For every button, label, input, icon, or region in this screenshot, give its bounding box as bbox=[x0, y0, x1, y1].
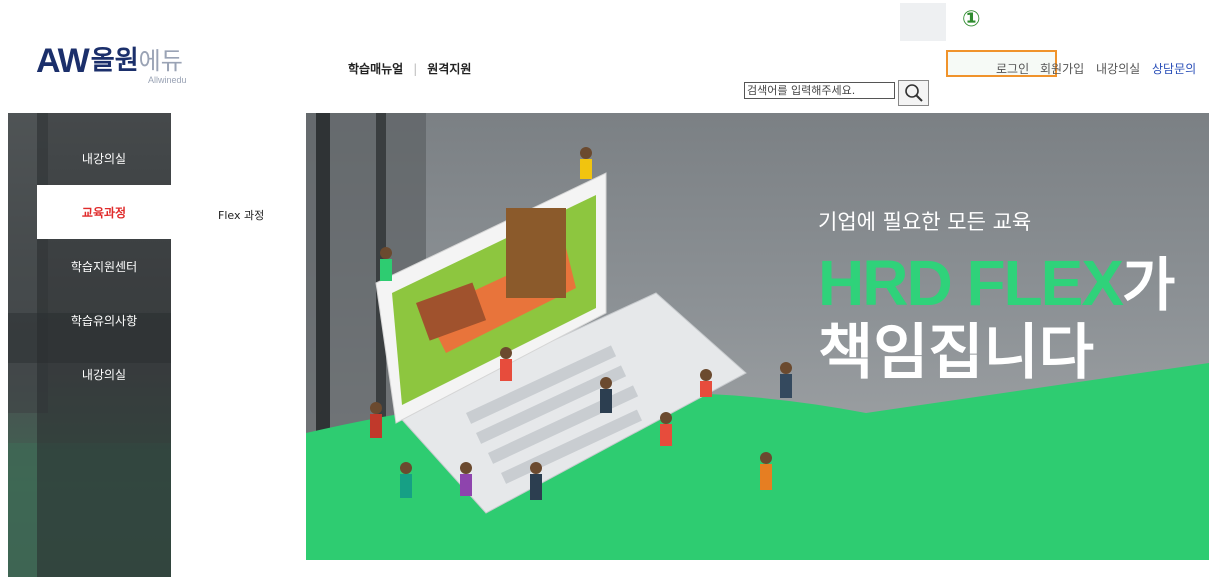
nav-separator: | bbox=[413, 61, 418, 76]
banner-title-suffix: 가 bbox=[1122, 251, 1176, 319]
sidebar-item-courses[interactable]: 교육과정 bbox=[37, 185, 171, 239]
site-logo[interactable]: AW 올원 에듀 Allwinedu bbox=[36, 42, 187, 85]
search-icon bbox=[904, 84, 923, 102]
classroom-link[interactable]: 내강의실 bbox=[1096, 60, 1140, 77]
consult-link[interactable]: 상담문의 bbox=[1152, 60, 1196, 77]
sidebar-item-learning-notes[interactable]: 학습유의사항 bbox=[37, 293, 171, 347]
banner-title-line2: 책임집니다 bbox=[818, 318, 1094, 388]
join-link[interactable]: 회원가입 bbox=[1040, 60, 1084, 77]
nav-remote-support[interactable]: 원격지원 bbox=[427, 60, 471, 77]
nav-learning-manual[interactable]: 학습매뉴얼 bbox=[348, 60, 403, 77]
sidebar-item-my-classroom-2[interactable]: 내강의실 bbox=[37, 347, 171, 401]
sidebar-item-support-center[interactable]: 학습지원센터 bbox=[37, 239, 171, 293]
logo-mark: AW bbox=[36, 42, 90, 80]
banner-title-line1: HRD FLEX가 bbox=[818, 248, 1175, 320]
logo-korean-light: 에듀 bbox=[138, 47, 183, 75]
top-nav: 학습매뉴얼 | 원격지원 bbox=[348, 60, 471, 77]
banner-subtitle: 기업에 필요한 모든 교육 bbox=[818, 210, 1032, 234]
placeholder-box bbox=[900, 3, 946, 41]
banner-title-accent: HRD FLEX bbox=[818, 247, 1124, 319]
login-link[interactable]: 로그인 bbox=[996, 60, 1029, 77]
submenu-flex-course[interactable]: Flex 과정 bbox=[218, 207, 264, 223]
logo-subtext: Allwinedu bbox=[148, 75, 187, 85]
search-button[interactable] bbox=[898, 80, 929, 106]
sidebar-item-my-classroom[interactable]: 내강의실 bbox=[37, 131, 171, 185]
search-input[interactable] bbox=[744, 82, 895, 99]
logo-korean-bold: 올원 bbox=[90, 46, 139, 76]
step-marker: ① bbox=[962, 7, 981, 32]
